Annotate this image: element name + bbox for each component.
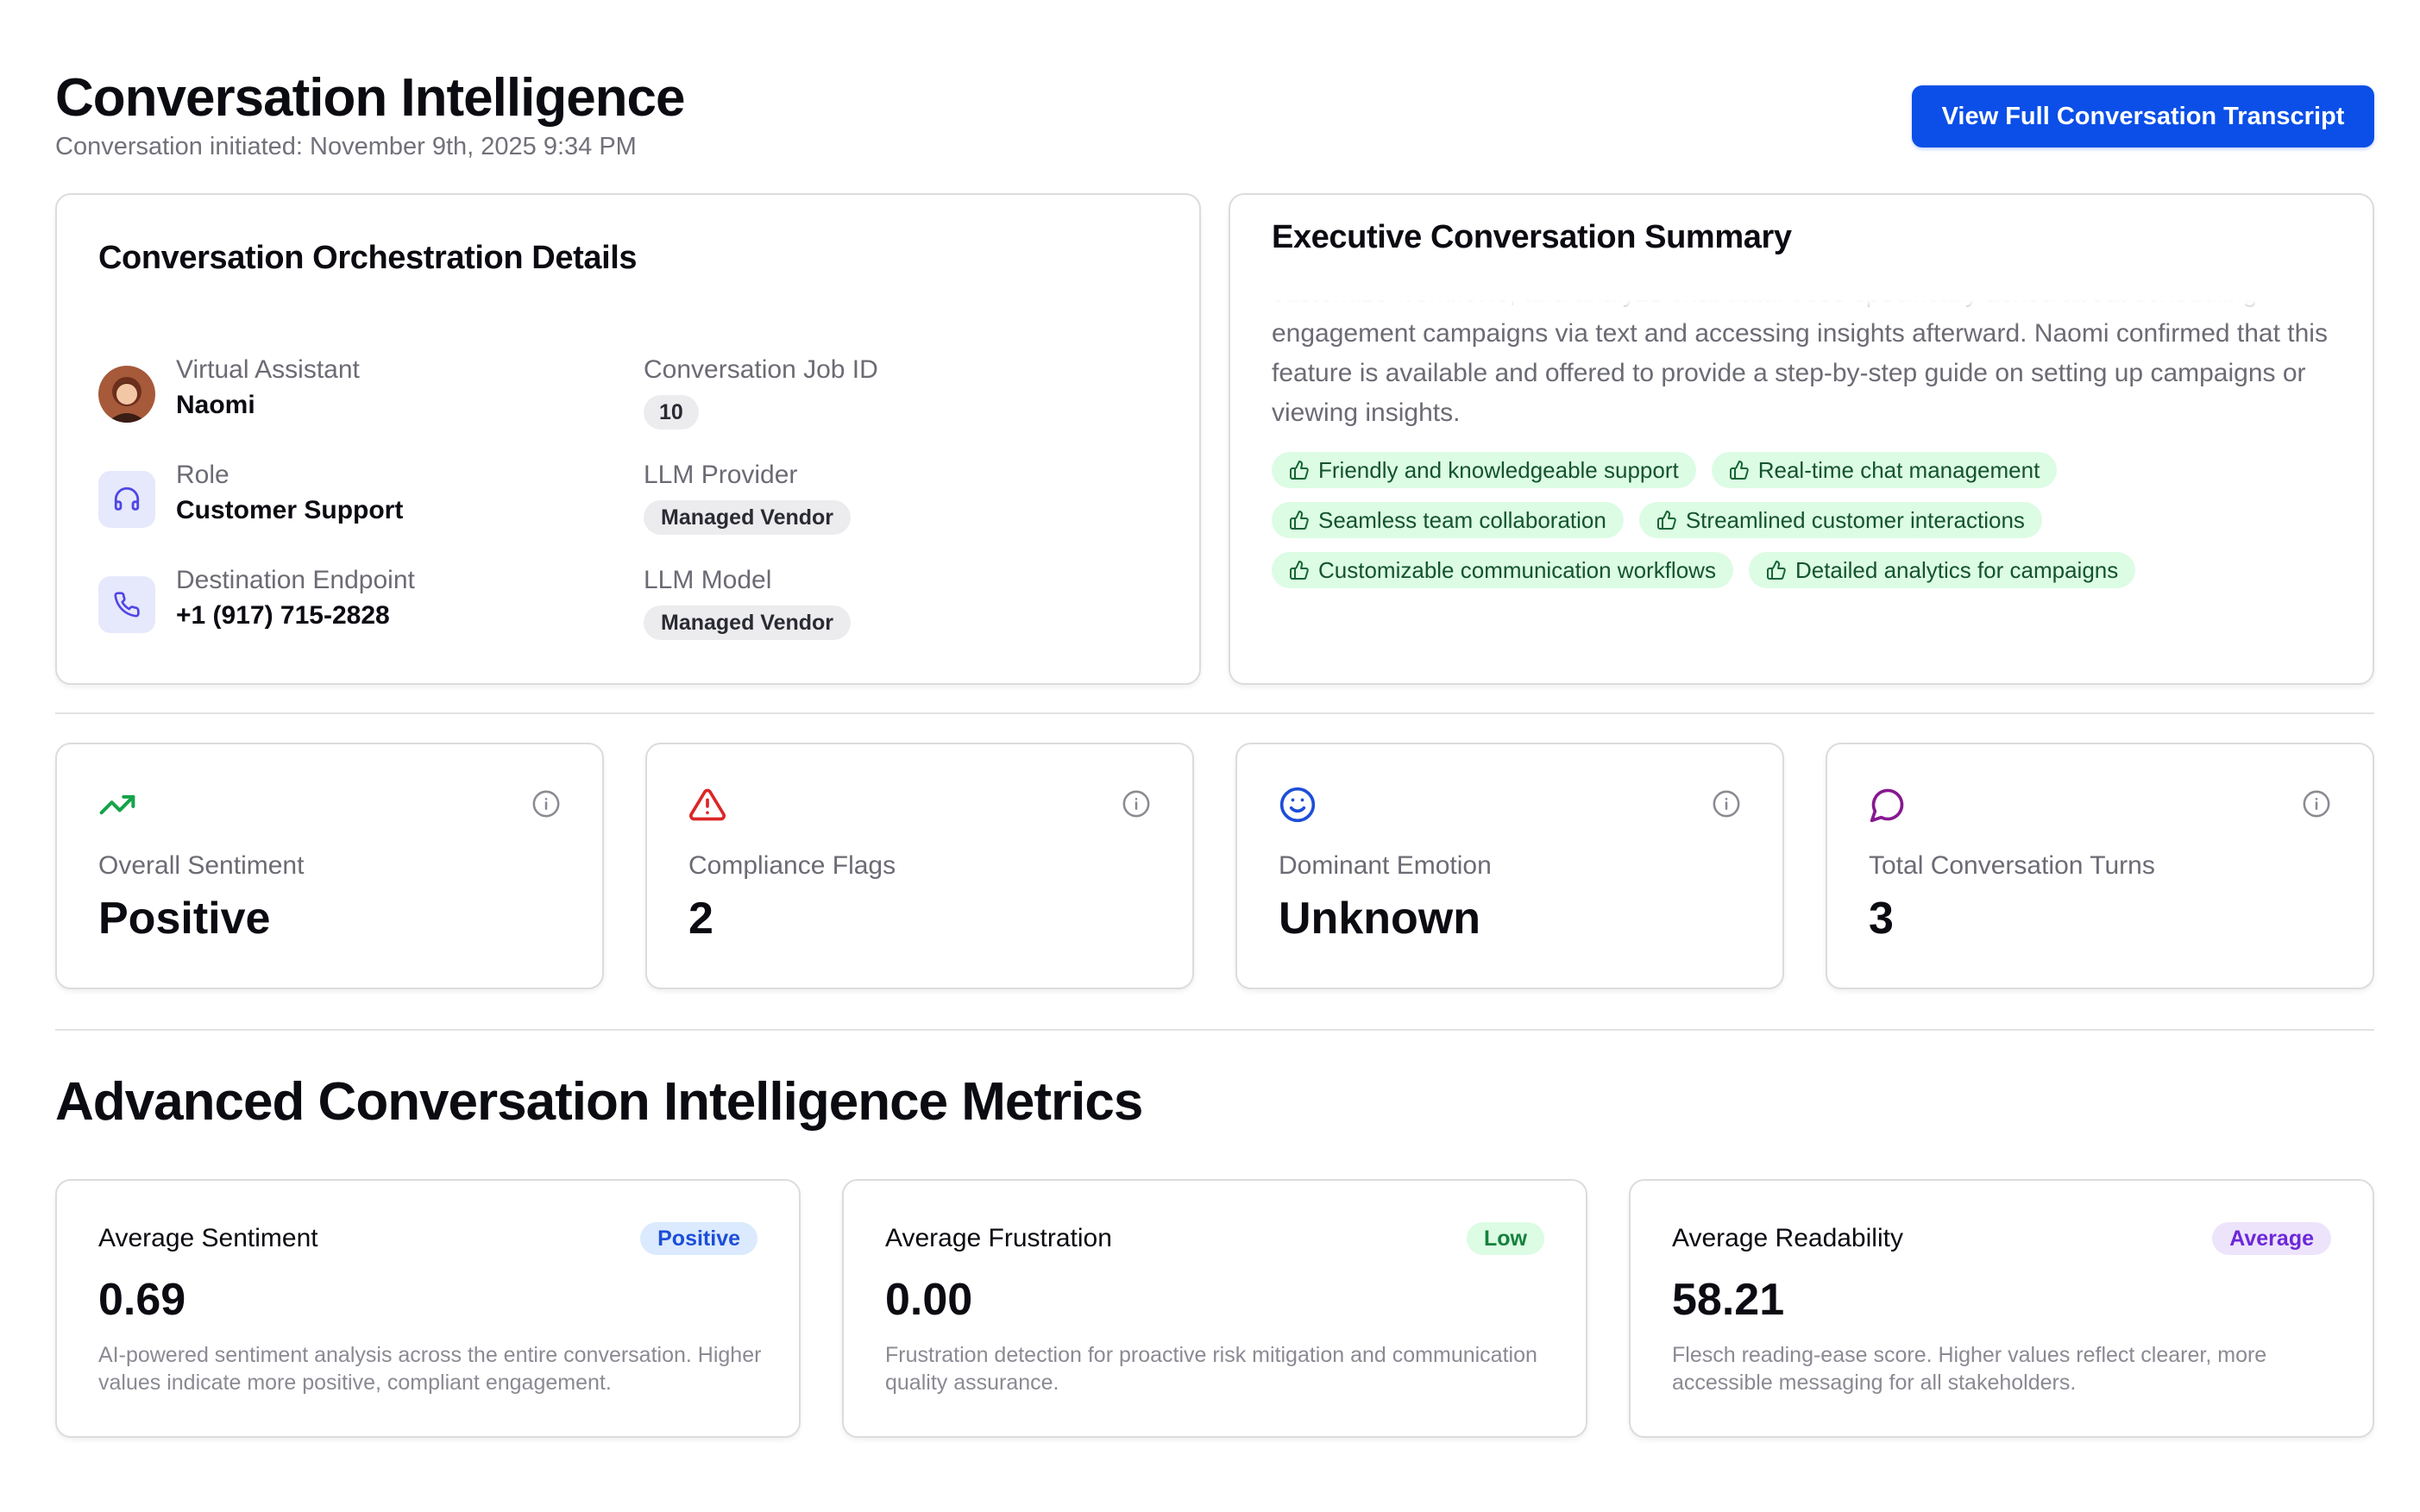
summary-tag: Customizable communication workflows (1272, 552, 1733, 588)
llm-provider-pill: Managed Vendor (644, 500, 852, 535)
stat-label: Overall Sentiment (98, 851, 305, 880)
stat-value: 3 (1869, 894, 1894, 944)
virtual-assistant-value: Naomi (176, 391, 255, 419)
thumbs-up-icon (1766, 560, 1786, 580)
stat-label: Dominant Emotion (1279, 851, 1492, 880)
headset-icon (98, 471, 155, 528)
llm-model-pill: Managed Vendor (644, 605, 852, 640)
llm-provider-label: LLM Provider (644, 461, 798, 489)
summary-scroll-area[interactable]: customize workflows, and analyze chat da… (1272, 300, 2333, 645)
phone-icon (98, 576, 155, 633)
smile-icon (1279, 787, 1316, 823)
stat-value: Unknown (1279, 894, 1480, 944)
warning-triangle-icon (689, 788, 726, 821)
summary-tag: Streamlined customer interactions (1638, 502, 2042, 538)
stat-label: Compliance Flags (688, 851, 896, 880)
metric-description: Frustration detection for proactive risk… (885, 1343, 1537, 1395)
stat-value: 2 (688, 894, 713, 944)
average-readability-card: Average Readability Average 58.21 Flesch… (1629, 1179, 2374, 1438)
info-icon[interactable] (2302, 789, 2331, 819)
role-detail: Role Customer Support (176, 459, 403, 528)
metric-label: Average Readability (1672, 1224, 1903, 1252)
thumbs-up-icon (1729, 460, 1749, 480)
destination-endpoint-label: Destination Endpoint (176, 566, 415, 594)
summary-card-title: Executive Conversation Summary (1272, 219, 1792, 255)
llm-model-detail: LLM Model Managed Vendor (644, 564, 852, 640)
section-divider (55, 712, 2374, 714)
stat-label: Total Conversation Turns (1869, 851, 2155, 880)
metric-value: 0.69 (98, 1275, 186, 1325)
thumbs-up-icon (1290, 460, 1309, 480)
thumbs-up-icon (1656, 510, 1676, 530)
chat-bubble-icon (1870, 788, 1904, 823)
average-frustration-card: Average Frustration Low 0.00 Frustration… (842, 1179, 1587, 1438)
metric-value: 58.21 (1672, 1275, 1785, 1325)
thumbs-up-icon (1290, 560, 1309, 580)
summary-tag: Detailed analytics for campaigns (1748, 552, 2136, 588)
total-turns-card: Total Conversation Turns 3 (1826, 743, 2374, 989)
role-label: Role (176, 461, 229, 489)
conversation-initiated-timestamp: Conversation initiated: November 9th, 20… (55, 133, 637, 160)
average-sentiment-card: Average Sentiment Positive 0.69 AI-power… (55, 1179, 801, 1438)
metric-label: Average Frustration (885, 1224, 1112, 1252)
job-id-label: Conversation Job ID (644, 355, 878, 384)
page-title: Conversation Intelligence (55, 68, 686, 128)
summary-tag: Friendly and knowledgeable support (1272, 452, 1696, 488)
metric-badge: Low (1467, 1222, 1544, 1255)
compliance-flags-card: Compliance Flags 2 (645, 743, 1194, 989)
job-id-detail: Conversation Job ID 10 (644, 354, 878, 430)
metrics-section-title: Advanced Conversation Intelligence Metri… (55, 1072, 1143, 1132)
virtual-assistant-label: Virtual Assistant (176, 355, 360, 384)
metric-description: Flesch reading-ease score. Higher values… (1672, 1343, 2267, 1395)
orchestration-card-title: Conversation Orchestration Details (98, 240, 638, 276)
llm-provider-detail: LLM Provider Managed Vendor (644, 459, 852, 535)
info-icon[interactable] (1712, 789, 1741, 819)
destination-endpoint-detail: Destination Endpoint +1 (917) 715-2828 (176, 564, 415, 633)
stat-value: Positive (98, 894, 271, 944)
metric-badge: Average (2212, 1222, 2331, 1255)
metric-badge: Positive (640, 1222, 757, 1255)
thumbs-up-icon (1290, 510, 1309, 530)
view-transcript-button[interactable]: View Full Conversation Transcript (1912, 85, 2374, 147)
summary-tag: Seamless team collaboration (1272, 502, 1624, 538)
destination-endpoint-value: +1 (917) 715-2828 (176, 601, 390, 630)
summary-tags: Friendly and knowledgeable support Real-… (1272, 452, 2238, 588)
info-icon[interactable] (1122, 789, 1151, 819)
section-divider (55, 1029, 2374, 1031)
llm-model-label: LLM Model (644, 566, 772, 594)
info-icon[interactable] (531, 789, 561, 819)
metric-label: Average Sentiment (98, 1224, 318, 1252)
virtual-assistant-detail: Virtual Assistant Naomi (176, 354, 360, 423)
job-id-pill: 10 (644, 395, 699, 430)
assistant-avatar (98, 366, 155, 423)
dominant-emotion-card: Dominant Emotion Unknown (1235, 743, 1784, 989)
trending-up-icon (99, 794, 135, 815)
role-value: Customer Support (176, 496, 404, 524)
summary-tag: Real-time chat management (1711, 452, 2058, 488)
metric-value: 0.00 (885, 1275, 973, 1325)
metric-description: AI-powered sentiment analysis across the… (98, 1343, 762, 1395)
executive-summary-card: Executive Conversation Summary customize… (1229, 193, 2374, 685)
overall-sentiment-card: Overall Sentiment Positive (55, 743, 604, 989)
orchestration-details-card: Conversation Orchestration Details Virtu… (55, 193, 1201, 685)
